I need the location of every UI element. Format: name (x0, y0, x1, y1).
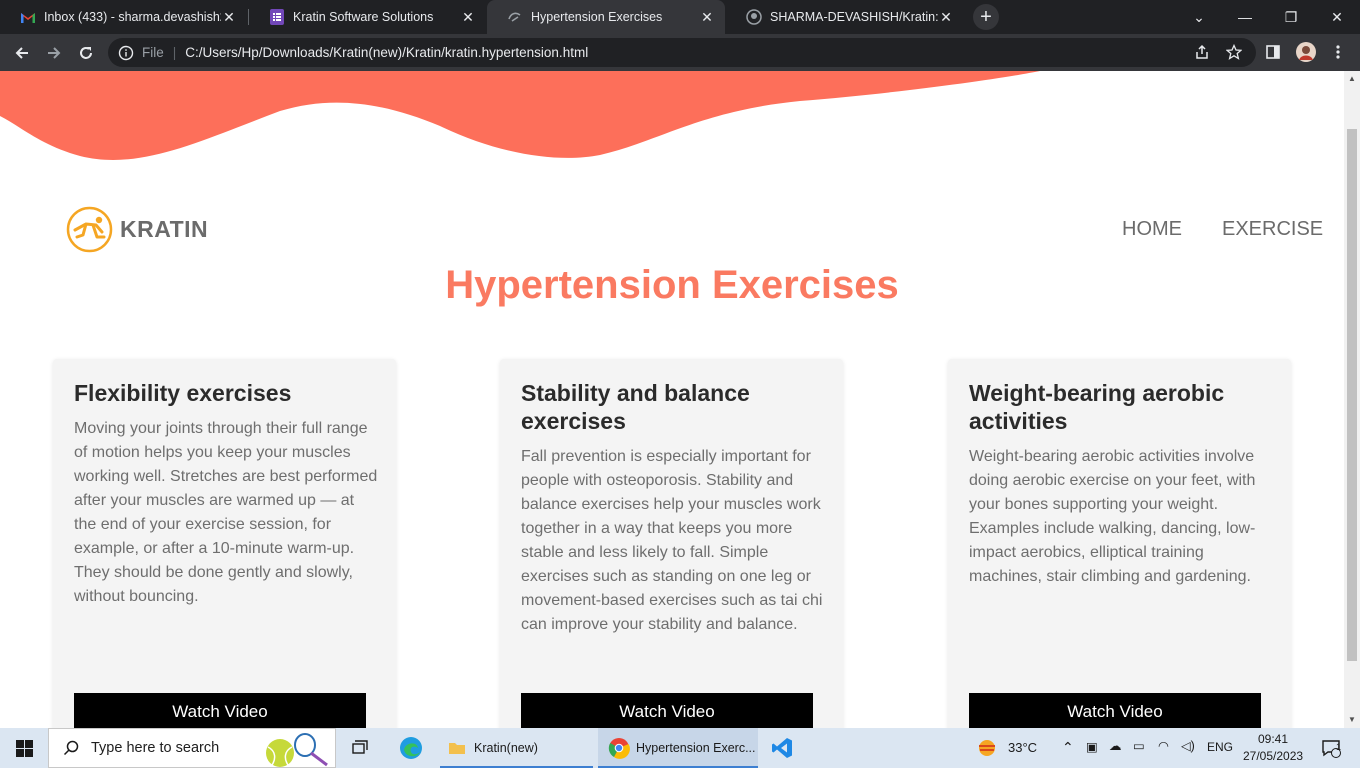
chevron-up-icon[interactable]: ⌃ (1062, 739, 1074, 756)
taskbar-app-file-explorer[interactable]: Kratin(new) (440, 728, 593, 768)
search-icon (63, 740, 79, 756)
exercise-card-aerobic: Weight-bearing aerobic activities Weight… (948, 359, 1291, 728)
minimize-button[interactable]: — (1222, 0, 1268, 34)
page-icon (507, 9, 523, 25)
page-scrollbar[interactable]: ▲ ▼ (1344, 71, 1360, 728)
back-arrow-icon (15, 47, 28, 59)
card-description: Moving your joints through their full ra… (74, 420, 378, 605)
windows-taskbar: Type here to search Kratin(new) Hyperten… (0, 728, 1360, 768)
windows-logo-icon (15, 739, 33, 757)
nav-home-link[interactable]: HOME (1122, 218, 1182, 241)
watch-video-button[interactable]: Watch Video (521, 693, 813, 728)
start-button[interactable] (0, 728, 48, 768)
close-window-button[interactable]: ✕ (1314, 0, 1360, 34)
meet-now-icon[interactable]: ▣ (1086, 739, 1098, 754)
close-icon: ✕ (1331, 8, 1343, 25)
folder-icon (449, 743, 465, 754)
tennis-illustration-icon (266, 733, 328, 767)
page-viewport: KRATIN HOME EXERCISE Hypertension Exerci… (0, 71, 1344, 728)
edge-browser-icon[interactable] (392, 728, 430, 768)
tab-kratin-forms[interactable]: Kratin Software Solutions ✕ (249, 0, 486, 34)
chrome-icon (608, 738, 630, 759)
clock-time[interactable]: 09:41 (1258, 732, 1288, 746)
card-title: Flexibility exercises (74, 380, 292, 406)
brand-name: KRATIN (120, 216, 209, 242)
close-tab-icon[interactable]: ✕ (460, 9, 476, 26)
reload-button[interactable] (72, 39, 100, 67)
task-view-icon[interactable] (346, 728, 376, 768)
new-tab-button[interactable]: + (973, 4, 999, 30)
header-wave-decoration (0, 71, 1040, 160)
taskbar-app-label: Hypertension Exerc... (636, 741, 756, 755)
restore-icon: ❐ (1284, 8, 1298, 25)
scroll-down-icon[interactable]: ▼ (1348, 716, 1356, 724)
weather-temperature[interactable]: 33°C (1008, 740, 1037, 755)
exercise-card-stability: Stability and balance exercises Fall pre… (500, 359, 843, 728)
notification-center-button[interactable]: 1 (1316, 728, 1346, 768)
tab-title: SHARMA-DEVASHISH/Kratin: It is (770, 10, 938, 24)
browser-toolbar: File | C:/Users/Hp/Downloads/Kratin(new)… (0, 34, 1360, 71)
taskbar-search-box[interactable]: Type here to search (48, 728, 336, 768)
address-bar[interactable]: File | C:/Users/Hp/Downloads/Kratin(new)… (108, 38, 1256, 67)
url-text: C:/Users/Hp/Downloads/Kratin(new)/Kratin… (185, 45, 589, 60)
exercise-card-flexibility: Flexibility exercises Moving your joints… (53, 359, 396, 728)
scroll-up-icon[interactable]: ▲ (1348, 75, 1356, 83)
forms-icon (269, 9, 285, 25)
close-tab-icon[interactable]: ✕ (221, 9, 237, 26)
restore-button[interactable]: ❐ (1268, 0, 1314, 34)
minimize-icon: — (1238, 9, 1252, 25)
info-icon[interactable] (118, 45, 134, 61)
tab-github[interactable]: SHARMA-DEVASHISH/Kratin: It is ✕ (726, 0, 964, 34)
card-description: Weight-bearing aerobic activities involv… (969, 448, 1256, 585)
url-divider: | (172, 45, 177, 60)
battery-icon[interactable]: ▭ (1133, 738, 1145, 753)
share-icon[interactable] (1192, 42, 1212, 62)
url-scheme: File (142, 45, 164, 60)
github-icon (746, 9, 762, 25)
runner-logo-icon (66, 206, 113, 253)
plus-icon: + (980, 5, 992, 28)
forward-arrow-icon (48, 47, 61, 59)
browser-tab-strip: Inbox (433) - sharma.devashish2 ✕ Kratin… (0, 0, 1360, 34)
card-title: Weight-bearing aerobic activities (969, 380, 1225, 434)
wifi-icon[interactable]: ◠ (1158, 738, 1169, 753)
weather-icon[interactable] (974, 728, 1000, 768)
language-indicator[interactable]: ENG (1207, 740, 1233, 754)
page-title: Hypertension Exercises (445, 263, 899, 307)
taskbar-app-label: Kratin(new) (474, 741, 538, 755)
more-menu-icon[interactable] (1328, 42, 1348, 62)
tab-search-button[interactable]: ⌄ (1176, 0, 1222, 34)
tab-hypertension-active[interactable]: Hypertension Exercises ✕ (487, 0, 725, 34)
taskbar-app-chrome[interactable]: Hypertension Exerc... (598, 728, 758, 768)
chevron-down-icon: ⌄ (1193, 8, 1205, 25)
bookmark-star-icon[interactable] (1224, 42, 1244, 62)
search-placeholder: Type here to search (91, 740, 220, 756)
clock-date[interactable]: 27/05/2023 (1243, 749, 1303, 763)
close-tab-icon[interactable]: ✕ (699, 9, 715, 26)
scrollbar-thumb[interactable] (1347, 129, 1357, 661)
volume-icon[interactable]: ◁) (1181, 738, 1195, 753)
close-tab-icon[interactable]: ✕ (938, 9, 954, 26)
brand[interactable]: KRATIN (66, 206, 208, 253)
vscode-icon[interactable] (764, 728, 800, 768)
tab-title: Inbox (433) - sharma.devashish2 (44, 10, 221, 24)
gmail-icon (20, 9, 36, 25)
profile-avatar[interactable] (1296, 42, 1316, 62)
onedrive-icon[interactable]: ☁ (1109, 738, 1122, 753)
watch-video-button[interactable]: Watch Video (969, 693, 1261, 728)
reload-icon (80, 47, 92, 59)
tab-gmail[interactable]: Inbox (433) - sharma.devashish2 ✕ (0, 0, 247, 34)
tab-title: Hypertension Exercises (531, 10, 663, 24)
watch-video-button[interactable]: Watch Video (74, 693, 366, 728)
forward-button[interactable] (40, 39, 68, 67)
notification-count: 1 (1336, 742, 1342, 752)
card-title: Stability and balance exercises (521, 380, 750, 434)
nav-exercise-link[interactable]: EXERCISE (1222, 218, 1323, 241)
tab-title: Kratin Software Solutions (293, 10, 434, 24)
side-panel-icon[interactable] (1263, 42, 1283, 62)
back-button[interactable] (8, 39, 36, 67)
card-description: Fall prevention is especially important … (521, 448, 823, 633)
